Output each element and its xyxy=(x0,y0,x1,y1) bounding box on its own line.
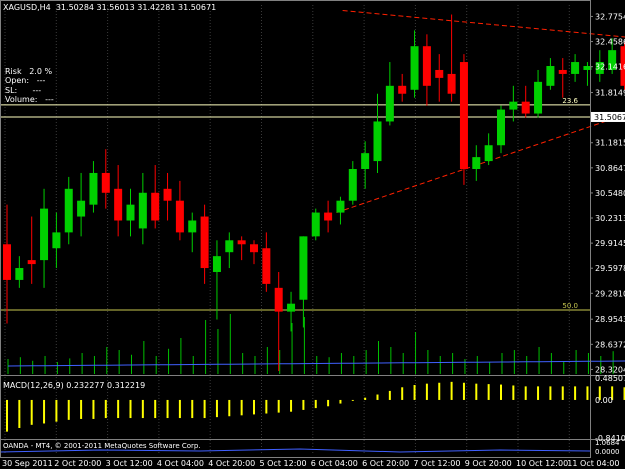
candle-body xyxy=(571,62,580,74)
time-label: 9 Oct 20:00 xyxy=(465,459,512,468)
price-tick-label: 29.9145 xyxy=(595,239,625,248)
time-label: 5 Oct 12:00 xyxy=(260,459,307,468)
symbol-header: XAGUSD,H4 31.50284 31.56013 31.42281 31.… xyxy=(3,3,217,12)
price-tick-label: 29.2810 xyxy=(595,289,625,298)
footer-label: OANDA - MT4, © 2001-2011 MetaQuotes Soft… xyxy=(3,442,201,450)
candle-body xyxy=(348,169,357,201)
price-tick-label: 32.1416 xyxy=(595,63,625,72)
macd-label: MACD(12,26,9) 0.232277 0.312219 xyxy=(3,381,146,390)
candle-body xyxy=(546,66,555,86)
candle-body xyxy=(52,232,61,249)
time-label: 2 Oct 20:00 xyxy=(54,459,101,468)
candle-body xyxy=(114,188,123,221)
candle-body xyxy=(225,240,234,253)
candle-body xyxy=(558,69,567,74)
candle-body xyxy=(497,109,505,146)
candle-body xyxy=(212,256,221,273)
price-tick-label: 32.7754 xyxy=(595,12,625,21)
candle-body xyxy=(361,153,370,170)
candle-body xyxy=(410,46,419,90)
candle-body xyxy=(27,260,36,265)
candle-body xyxy=(311,212,320,237)
price-tick-label: 29.5978 xyxy=(595,264,625,273)
price-tick-label: 28.6372 xyxy=(595,340,625,349)
candle-body xyxy=(200,216,209,269)
time-label: 6 Oct 20:00 xyxy=(362,459,409,468)
candle-body xyxy=(509,101,518,110)
candle-body xyxy=(324,212,333,221)
candle-body xyxy=(101,172,110,193)
price-tick-label: 28.9543 xyxy=(595,315,625,324)
price-tick-label: 30.5480 xyxy=(595,189,625,198)
candle-body xyxy=(435,69,444,78)
time-label: 7 Oct 12:00 xyxy=(413,459,460,468)
current-price-label: 31.5067 xyxy=(594,113,625,122)
volume-text: Volume: --- xyxy=(5,95,54,104)
open-text: Open: --- xyxy=(5,76,46,85)
candle-body xyxy=(422,46,431,86)
time-label: 3 Oct 12:00 xyxy=(106,459,153,468)
candle-body xyxy=(77,200,86,217)
price-tick-label: 31.8149 xyxy=(595,89,625,98)
time-label: 4 Oct 20:00 xyxy=(208,459,255,468)
candle-body xyxy=(250,244,258,253)
sl-text: SL: --- xyxy=(5,86,42,95)
time-label: 6 Oct 04:00 xyxy=(311,459,358,468)
macd-tick-label: 0.00 xyxy=(595,396,613,405)
price-tick-label: 31.1815 xyxy=(595,139,625,148)
macd-tick-label: 0.485077 xyxy=(595,374,625,383)
fib-level-label: 23.6 xyxy=(562,97,578,105)
candle-body xyxy=(274,287,283,312)
fib-level-label: 50.0 xyxy=(562,302,578,310)
candle-body xyxy=(398,85,407,94)
candle-body xyxy=(126,204,135,221)
candle-body xyxy=(373,121,382,162)
candle-body xyxy=(151,192,160,221)
candle-body xyxy=(262,248,271,284)
trendline xyxy=(342,10,625,38)
candle-body xyxy=(64,188,73,233)
price-tick-label: 30.2313 xyxy=(595,214,625,223)
candle-body xyxy=(472,157,481,170)
candle-body xyxy=(336,200,345,213)
candle-body xyxy=(385,85,394,122)
candle-body xyxy=(521,101,530,114)
risk-text: Risk 2.0 % xyxy=(5,67,53,76)
candle-body xyxy=(237,240,246,245)
price-tick-label: 30.8647 xyxy=(595,164,625,173)
candle-body xyxy=(89,172,98,205)
trendlines xyxy=(336,10,625,214)
candle-body xyxy=(534,81,543,114)
candle-body xyxy=(188,220,197,233)
time-label: 10 Oct 12:00 xyxy=(516,459,568,468)
candle-body xyxy=(15,268,24,280)
candle-body xyxy=(3,244,11,280)
volume-bars xyxy=(7,314,625,374)
price-chart[interactable]: 23.6 50.0 30 Sep 2011 2 Oct 20:00 3 Oct 12:… xyxy=(0,0,625,469)
candle-body xyxy=(163,188,172,201)
candle-body xyxy=(40,208,49,261)
candle-body xyxy=(447,73,456,94)
candle-body xyxy=(459,62,468,170)
candle-body xyxy=(175,200,184,233)
price-tick-label: 32.4586 xyxy=(595,38,625,47)
candle-body xyxy=(299,236,308,300)
rsi-tick-label: 0.0000 xyxy=(595,448,620,456)
candle-body xyxy=(484,145,493,162)
time-label: 11 Oct 04:00 xyxy=(567,459,619,468)
candle-body xyxy=(138,192,147,229)
time-label: 4 Oct 04:00 xyxy=(157,459,204,468)
rsi-tick-label: 1.0684 xyxy=(595,439,620,447)
candles[interactable] xyxy=(3,14,625,372)
time-label: 30 Sep 2011 xyxy=(2,459,53,468)
candle-body xyxy=(287,303,296,312)
